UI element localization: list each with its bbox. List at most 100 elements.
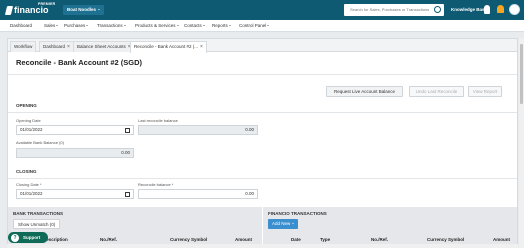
horizontal-scrollbar[interactable] (7, 244, 518, 248)
financio-transactions-panel: FINANCIO TRANSACTIONS Add New Date Type … (262, 207, 517, 247)
tab-balance-sheet-accounts[interactable]: Balance Sheet Accounts× (73, 41, 135, 52)
notification-bell-icon[interactable] (497, 5, 504, 13)
divider (8, 112, 517, 113)
opening-date-label: Opening Date (16, 118, 41, 123)
nav-label: Sales (44, 23, 56, 28)
opening-section-title: OPENING (16, 103, 37, 108)
search-icon[interactable] (434, 6, 441, 13)
button-label: Show Unmatch (0) (18, 222, 56, 227)
calendar-icon[interactable] (125, 192, 130, 197)
nav-products-services[interactable]: Products & Services (135, 20, 179, 32)
knowledge-base-label: Knowledge Base (451, 7, 488, 12)
nav-control-panel[interactable]: Control Panel (239, 20, 270, 32)
search-input[interactable]: Search for Sales, Purchases or Transacti… (344, 4, 444, 16)
page-title: Reconcile - Bank Account #2 (SGD) (16, 58, 142, 67)
main-content: Workflow Dashboard × Balance Sheet Accoun… (7, 38, 518, 248)
field-value: 0.00 (121, 150, 130, 155)
last-reconcile-balance-field: 0.00 (138, 125, 258, 135)
edition-label: PREMIER (38, 2, 56, 6)
support-button[interactable]: ? Support (8, 232, 48, 243)
nav-purchases[interactable]: Purchases (64, 20, 89, 32)
chevron-down-icon (56, 25, 59, 27)
user-avatar[interactable] (509, 4, 520, 15)
column-header-currency[interactable]: Currency Symbol (170, 237, 207, 242)
closing-date-field[interactable]: 01/01/2022 (16, 189, 134, 199)
chevron-down-icon (123, 25, 126, 27)
request-live-balance-button[interactable]: Request Live Account Balance (326, 86, 403, 97)
chevron-down-icon (228, 25, 231, 27)
nav-label: Dashboard (10, 23, 33, 28)
nav-label: Transactions (97, 23, 123, 28)
chevron-down-icon (267, 25, 270, 27)
lightbulb-icon[interactable] (484, 5, 490, 14)
nav-label: Reports (212, 23, 228, 28)
nav-contacts[interactable]: Contacts (184, 20, 205, 32)
button-label: Add New (272, 221, 291, 226)
financio-transactions-title: FINANCIO TRANSACTIONS (268, 211, 327, 216)
scrollbar-thumb[interactable] (520, 44, 523, 104)
button-label: Undo Last Reconcile (415, 89, 458, 94)
closing-section-title: CLOSING (16, 169, 37, 174)
field-value: 01/01/2022 (20, 191, 43, 196)
field-value: 0.00 (245, 191, 254, 196)
column-header-date[interactable]: Date (291, 237, 301, 242)
knowledge-base-link[interactable]: Knowledge Base (451, 5, 487, 15)
show-unmatch-button[interactable]: Show Unmatch (0) (13, 219, 61, 229)
available-bank-balance-label: Available Bank Balance (0) (16, 140, 64, 145)
opening-date-field[interactable]: 01/01/2022 (16, 125, 134, 135)
last-reconcile-balance-label: Last reconcile balance (138, 118, 178, 123)
field-value: 01/01/2022 (20, 127, 43, 132)
support-label: Support (23, 235, 41, 240)
nav-label: Purchases (64, 23, 86, 28)
button-label: View Report (472, 89, 498, 94)
calendar-icon[interactable] (125, 128, 130, 133)
nav-reports[interactable]: Reports (212, 20, 231, 32)
view-report-button[interactable]: View Report (468, 86, 502, 97)
available-bank-balance-field: 0.00 (16, 148, 134, 158)
undo-last-reconcile-button[interactable]: Undo Last Reconcile (409, 86, 464, 97)
main-nav: Dashboard Sales Purchases Transactions P… (0, 20, 524, 32)
financio-logo[interactable]: financio PREMIER (4, 2, 55, 16)
button-label: Request Live Account Balance (333, 89, 396, 94)
column-header-amount[interactable]: Amount (493, 237, 510, 242)
chevron-down-icon (202, 25, 205, 27)
tab-label: Reconcile - Bank Account #2 (... (134, 44, 199, 49)
logo-text: financio (14, 5, 49, 15)
tab-dashboard[interactable]: Dashboard × (39, 41, 74, 52)
organization-selector[interactable]: Boat Noodles (63, 5, 105, 15)
tab-bar: Workflow Dashboard × Balance Sheet Accoun… (8, 39, 517, 53)
column-header-amount[interactable]: Amount (235, 237, 252, 242)
close-icon[interactable]: × (67, 42, 70, 52)
field-value: 0.00 (245, 127, 254, 132)
nav-label: Products & Services (135, 23, 176, 28)
search-placeholder: Search for Sales, Purchases or Transacti… (350, 7, 430, 12)
close-icon[interactable]: × (200, 42, 203, 52)
bank-transactions-panel: BANK TRANSACTIONS Show Unmatch (0) Descr… (8, 207, 262, 247)
nav-dashboard[interactable]: Dashboard (10, 20, 32, 32)
column-header-ref[interactable]: No./Ref. (371, 237, 388, 242)
vertical-scrollbar[interactable] (519, 38, 524, 248)
tab-workflow[interactable]: Workflow (10, 41, 37, 52)
nav-transactions[interactable]: Transactions (97, 20, 126, 32)
logo-mark-icon (4, 5, 14, 15)
nav-label: Control Panel (239, 23, 267, 28)
nav-sales[interactable]: Sales (44, 20, 59, 32)
chevron-down-icon (98, 9, 101, 11)
reconcile-balance-label: Reconcile balance * (138, 182, 174, 187)
add-new-button[interactable]: Add New (268, 219, 299, 229)
organization-name: Boat Noodles (67, 7, 97, 12)
column-header-type[interactable]: Type (320, 237, 330, 242)
column-header-currency[interactable]: Currency Symbol (427, 237, 464, 242)
bank-transactions-title: BANK TRANSACTIONS (13, 211, 63, 216)
tab-label: Dashboard (43, 44, 66, 49)
tab-reconcile-bank-account[interactable]: Reconcile - Bank Account #2 (... × (130, 41, 207, 53)
chevron-down-icon (176, 25, 179, 27)
reconcile-balance-field[interactable]: 0.00 (138, 189, 258, 199)
column-header-ref[interactable]: No./Ref. (100, 237, 117, 242)
chevron-down-icon (292, 223, 295, 225)
nav-label: Contacts (184, 23, 202, 28)
chevron-down-icon (86, 25, 89, 27)
closing-date-label: Closing Date * (16, 182, 42, 187)
top-bar: financio PREMIER Boat Noodles Search for… (0, 0, 524, 20)
tab-label: Workflow (14, 44, 33, 49)
